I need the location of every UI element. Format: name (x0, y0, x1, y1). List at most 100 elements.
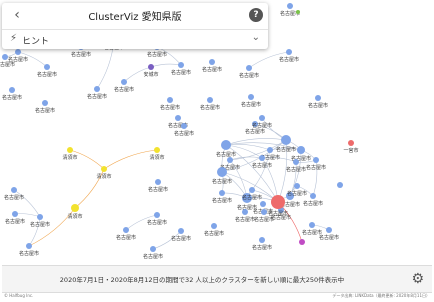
node-marker[interactable] (293, 159, 299, 165)
node-marker[interactable] (313, 157, 319, 163)
node-marker[interactable] (326, 227, 332, 233)
node-marker[interactable] (227, 157, 233, 163)
node-marker[interactable] (281, 135, 291, 145)
node-marker[interactable] (259, 115, 265, 121)
cluster-node[interactable]: 名古屋市 (200, 97, 220, 111)
help-button[interactable]: ? (249, 8, 263, 22)
node-marker[interactable] (9, 87, 15, 93)
node-marker[interactable] (287, 3, 293, 9)
cluster-node[interactable]: 名古屋市 (116, 227, 136, 241)
node-marker[interactable] (155, 179, 161, 185)
node-marker[interactable] (148, 64, 154, 70)
cluster-node[interactable]: 一宮市 (343, 140, 359, 154)
cluster-node[interactable]: 名古屋市 (252, 237, 272, 251)
cluster-node[interactable]: 清須市 (62, 147, 78, 161)
cluster-node[interactable]: 清須市 (149, 147, 165, 161)
node-marker[interactable] (219, 190, 225, 196)
node-marker[interactable] (150, 246, 156, 252)
node-marker[interactable] (259, 155, 265, 161)
node-marker[interactable] (249, 187, 255, 193)
cluster-node[interactable]: 名古屋市 (160, 97, 180, 111)
cluster-node[interactable]: 名古屋市 (147, 212, 167, 226)
node-marker[interactable] (286, 49, 292, 55)
node-marker[interactable] (348, 140, 354, 146)
cluster-node[interactable]: 名古屋市 (279, 49, 299, 63)
cluster-node[interactable]: 名古屋市 (8, 49, 28, 63)
node-marker[interactable] (167, 97, 173, 103)
cluster-node[interactable]: 名古屋市 (148, 179, 168, 193)
cluster-node[interactable]: 名古屋市 (241, 94, 261, 108)
cluster-node[interactable]: 名古屋市 (212, 190, 232, 204)
node-marker[interactable] (261, 209, 267, 215)
cluster-node[interactable]: 名古屋市 (87, 86, 107, 100)
node-marker[interactable] (181, 123, 187, 129)
cluster-node[interactable]: 名古屋市 (302, 222, 322, 236)
node-marker[interactable] (154, 212, 160, 218)
node-marker[interactable] (11, 187, 17, 193)
cluster-node[interactable]: 名古屋市 (37, 64, 57, 78)
node-marker[interactable] (12, 211, 18, 217)
node-marker[interactable] (101, 166, 107, 172)
node-marker[interactable] (242, 209, 248, 215)
node-marker[interactable] (221, 140, 231, 150)
cluster-node[interactable]: 名古屋市 (114, 79, 134, 93)
node-marker[interactable] (42, 100, 48, 106)
cluster-node[interactable]: 名古屋市 (143, 246, 163, 260)
node-marker[interactable] (315, 95, 321, 101)
node-marker[interactable] (217, 167, 227, 177)
cluster-node[interactable]: 安城市 (143, 64, 159, 78)
cluster-node[interactable] (296, 10, 300, 14)
node-marker[interactable] (121, 79, 127, 85)
node-marker[interactable] (296, 10, 300, 14)
cluster-node[interactable]: 清須市 (67, 204, 83, 220)
node-marker[interactable] (259, 237, 265, 243)
node-marker[interactable] (248, 94, 254, 100)
cluster-node[interactable]: 名古屋市 (19, 243, 39, 257)
node-label: 名古屋市 (279, 56, 299, 63)
cluster-node[interactable]: 名古屋市 (287, 183, 307, 197)
node-marker[interactable] (211, 223, 217, 229)
node-marker[interactable] (294, 183, 300, 189)
node-marker[interactable] (37, 214, 43, 220)
cluster-node[interactable]: 名古屋市 (30, 214, 50, 228)
node-marker[interactable] (154, 147, 160, 153)
node-marker[interactable] (178, 62, 184, 68)
node-marker[interactable] (71, 204, 79, 212)
cluster-node[interactable]: 名古屋市 (171, 228, 191, 242)
cluster-node[interactable]: 名古屋市 (308, 95, 328, 109)
node-marker[interactable] (178, 228, 184, 234)
back-button[interactable]: ‹ (8, 6, 26, 24)
cluster-node[interactable] (299, 239, 305, 245)
cluster-node[interactable]: 名古屋市 (202, 59, 222, 73)
node-marker[interactable] (15, 49, 21, 55)
settings-button[interactable]: ⚙ (411, 271, 424, 287)
cluster-node[interactable]: 清須市 (96, 166, 112, 180)
node-marker[interactable] (94, 86, 100, 92)
node-marker[interactable] (175, 115, 181, 121)
node-marker[interactable] (260, 201, 266, 207)
node-marker[interactable] (337, 182, 343, 188)
node-marker[interactable] (67, 147, 73, 153)
node-marker[interactable] (297, 146, 305, 154)
cluster-node[interactable]: 名古屋市 (5, 211, 25, 225)
node-marker[interactable] (246, 65, 252, 71)
node-marker[interactable] (44, 64, 50, 70)
cluster-node[interactable] (337, 182, 343, 188)
cluster-node[interactable]: 名古屋市 (280, 3, 300, 17)
hint-toggle[interactable]: ⚡ ヒント ⌄ (2, 30, 268, 49)
cluster-node[interactable]: 名古屋市 (204, 223, 224, 237)
node-marker[interactable] (209, 59, 215, 65)
node-marker[interactable] (271, 195, 285, 209)
node-marker[interactable] (299, 239, 305, 245)
node-marker[interactable] (207, 97, 213, 103)
cluster-node[interactable]: 名古屋市 (35, 100, 55, 114)
node-marker[interactable] (309, 222, 315, 228)
cluster-node[interactable]: 名古屋市 (2, 87, 22, 101)
node-marker[interactable] (2, 54, 8, 60)
node-marker[interactable] (123, 227, 129, 233)
cluster-node[interactable]: 名古屋市 (4, 187, 24, 201)
cluster-node[interactable]: 名古屋市 (239, 65, 259, 79)
node-marker[interactable] (310, 193, 316, 199)
node-marker[interactable] (267, 147, 273, 153)
node-marker[interactable] (26, 243, 32, 249)
